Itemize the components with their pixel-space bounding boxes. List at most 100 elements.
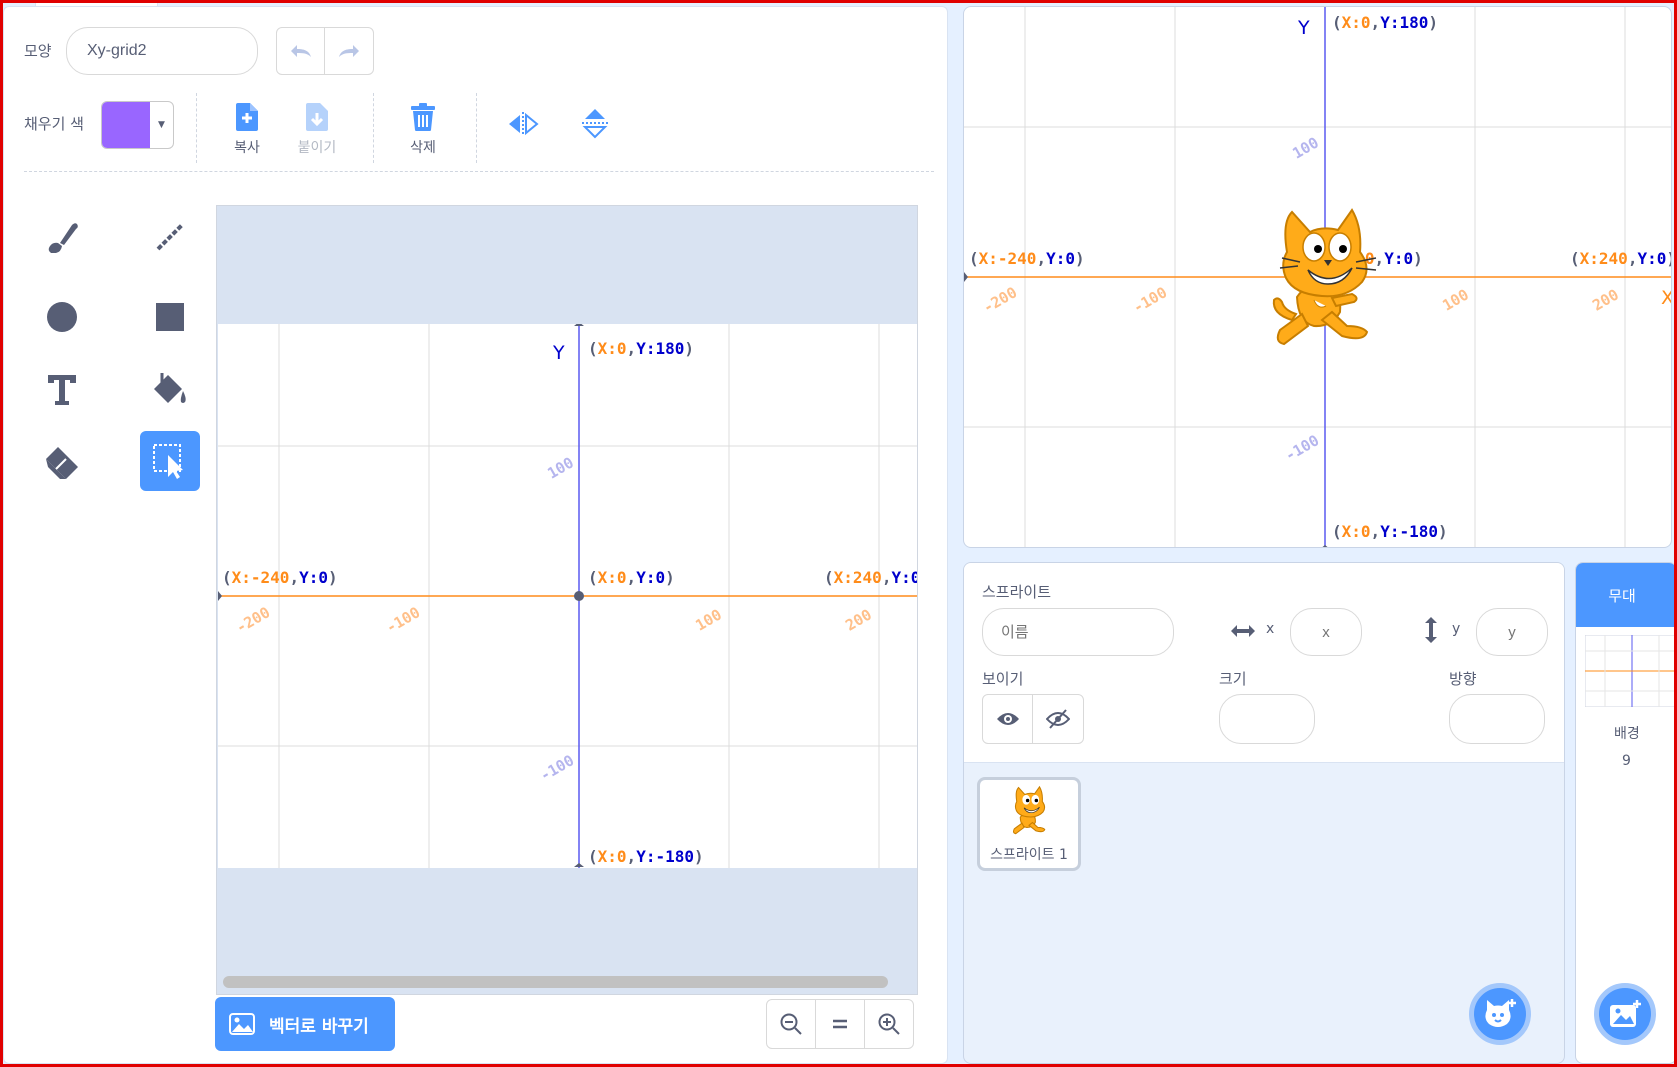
- flip-vertical-icon: [582, 109, 608, 139]
- costume-name-label: 모양: [24, 42, 52, 60]
- select-icon: [153, 444, 183, 479]
- zoom-reset-button[interactable]: [816, 1000, 865, 1048]
- eraser-tool[interactable]: [32, 431, 92, 491]
- cat-thumbnail: [1012, 785, 1046, 835]
- stage-right-coord: (X:240,Y:0): [1570, 249, 1671, 268]
- sprite-y-input[interactable]: [1476, 608, 1548, 656]
- fill-color-dropdown-icon: ▼: [158, 120, 165, 130]
- copy-button[interactable]: 복사: [216, 97, 278, 157]
- zoom-in-icon: [878, 1013, 900, 1035]
- copy-label: 복사: [234, 140, 260, 156]
- image-plus-icon: [1610, 1000, 1641, 1027]
- fill-tool[interactable]: [140, 359, 200, 419]
- fill-color-picker[interactable]: ▼: [101, 101, 174, 149]
- sprite-label: 스프라이트: [982, 583, 1052, 601]
- backdrop-thumbnail: [1585, 635, 1676, 707]
- stage-bottom-coord: (X:0,Y:-180): [1332, 522, 1448, 541]
- undo-redo-group: [276, 27, 374, 75]
- show-label: 보이기: [982, 670, 1024, 688]
- canvas-top-coord: (X:0,Y:180): [588, 339, 694, 358]
- canvas-bottom-coord: (X:0,Y:-180): [588, 847, 704, 866]
- line-tool[interactable]: [140, 207, 200, 267]
- redo-button[interactable]: [325, 28, 373, 74]
- sprite-panel: 스프라이트 x y 보이기 크기 방향: [963, 562, 1565, 1064]
- size-label: 크기: [1219, 670, 1247, 688]
- stage-left-coord: (X:-240,Y:0): [969, 249, 1085, 268]
- circle-tool[interactable]: [32, 287, 92, 347]
- copy-icon: [236, 103, 258, 131]
- sprite-info: 스프라이트 x y 보이기 크기 방향: [964, 563, 1564, 763]
- show-sprite-button[interactable]: [983, 695, 1034, 743]
- canvas-horizontal-scrollbar[interactable]: [223, 976, 888, 988]
- paint-editor: 모양 채우기 색 ▼ 복사 붙이기 삭제: [3, 6, 948, 1064]
- select-tool[interactable]: [140, 431, 200, 491]
- horizontal-arrows-icon: [1231, 625, 1255, 637]
- stage-y-axis-label: Y: [1298, 17, 1310, 39]
- undo-icon: [290, 45, 311, 57]
- zoom-controls: [766, 999, 914, 1049]
- flip-horizontal-button[interactable]: [507, 111, 539, 141]
- y-label: y: [1452, 621, 1461, 637]
- convert-to-vector-label: 벡터로 바꾸기: [269, 1016, 369, 1037]
- delete-button[interactable]: 삭제: [392, 97, 454, 157]
- paint-canvas[interactable]: Y (X:0,Y:180) (X:0,Y:-180) (X:-240,Y:0) …: [216, 205, 918, 995]
- zoom-out-button[interactable]: [767, 1000, 816, 1048]
- add-backdrop-button[interactable]: [1594, 983, 1656, 1045]
- paste-label: 붙이기: [297, 140, 337, 156]
- sprite-tile[interactable]: 스프라이트 1: [977, 777, 1081, 871]
- x-label: x: [1266, 621, 1275, 637]
- stage-top-coord: (X:0,Y:180): [1332, 13, 1438, 32]
- zoom-in-button[interactable]: [865, 1000, 913, 1048]
- zoom-reset-icon: [833, 1019, 847, 1029]
- undo-button[interactable]: [277, 28, 325, 74]
- sprite-size-input[interactable]: [1219, 694, 1315, 744]
- direction-label: 방향: [1449, 670, 1477, 688]
- line-icon: [156, 223, 184, 251]
- zoom-out-icon: [780, 1013, 802, 1035]
- sprite-direction-input[interactable]: [1449, 694, 1545, 744]
- backdrops-count: 9: [1622, 753, 1631, 769]
- rectangle-tool[interactable]: [140, 287, 200, 347]
- costume-name-input[interactable]: [66, 27, 258, 75]
- canvas-right-coord: (X:240,Y:0): [824, 568, 917, 587]
- paint-bucket-icon: [154, 373, 186, 403]
- vertical-arrows-icon: [1425, 617, 1437, 643]
- text-tool[interactable]: [32, 359, 92, 419]
- convert-to-vector-button[interactable]: 벡터로 바꾸기: [215, 997, 395, 1051]
- paste-button[interactable]: 붙이기: [286, 97, 348, 157]
- trash-icon: [411, 103, 435, 131]
- sprite-x-input[interactable]: [1290, 608, 1362, 656]
- hide-sprite-button[interactable]: [1033, 695, 1083, 743]
- add-sprite-button[interactable]: [1469, 983, 1531, 1045]
- sprite-tile-name: 스프라이트 1: [990, 847, 1068, 863]
- brush-tool[interactable]: [32, 207, 92, 267]
- eraser-icon: [46, 447, 78, 479]
- flip-horizontal-icon: [509, 112, 539, 136]
- canvas-origin-coord: (X:0,Y:0): [588, 568, 675, 587]
- brush-icon: [48, 223, 78, 253]
- eye-slash-icon: [1046, 709, 1070, 729]
- flip-vertical-button[interactable]: [581, 107, 609, 143]
- sprite-name-input[interactable]: [982, 608, 1174, 656]
- stage[interactable]: Y (X:0,Y:180) (X:0,Y:-180) (X:-240,Y:0) …: [963, 6, 1672, 548]
- cat-plus-icon: [1485, 999, 1516, 1027]
- cat-sprite[interactable]: [1252, 202, 1392, 362]
- fill-color-label: 채우기 색: [24, 115, 84, 133]
- stage-panel-title: 무대: [1576, 563, 1676, 627]
- image-icon: [229, 1013, 255, 1035]
- fill-color-swatch: [102, 102, 150, 148]
- redo-icon: [339, 45, 359, 57]
- stage-target-panel[interactable]: 무대 배경 9: [1575, 562, 1677, 1064]
- canvas-left-coord: (X:-240,Y:0): [222, 568, 338, 587]
- grid-backdrop-canvas: [218, 324, 917, 868]
- visibility-toggle: [982, 694, 1084, 744]
- circle-icon: [47, 302, 77, 332]
- text-icon: [48, 375, 76, 405]
- stage-x-axis-label: X: [1661, 287, 1671, 309]
- canvas-y-axis-label: Y: [553, 342, 565, 364]
- paste-icon: [306, 103, 328, 131]
- eye-icon: [996, 713, 1019, 725]
- rectangle-icon: [156, 303, 184, 331]
- backdrops-label: 배경: [1614, 726, 1640, 742]
- delete-label: 삭제: [410, 140, 436, 156]
